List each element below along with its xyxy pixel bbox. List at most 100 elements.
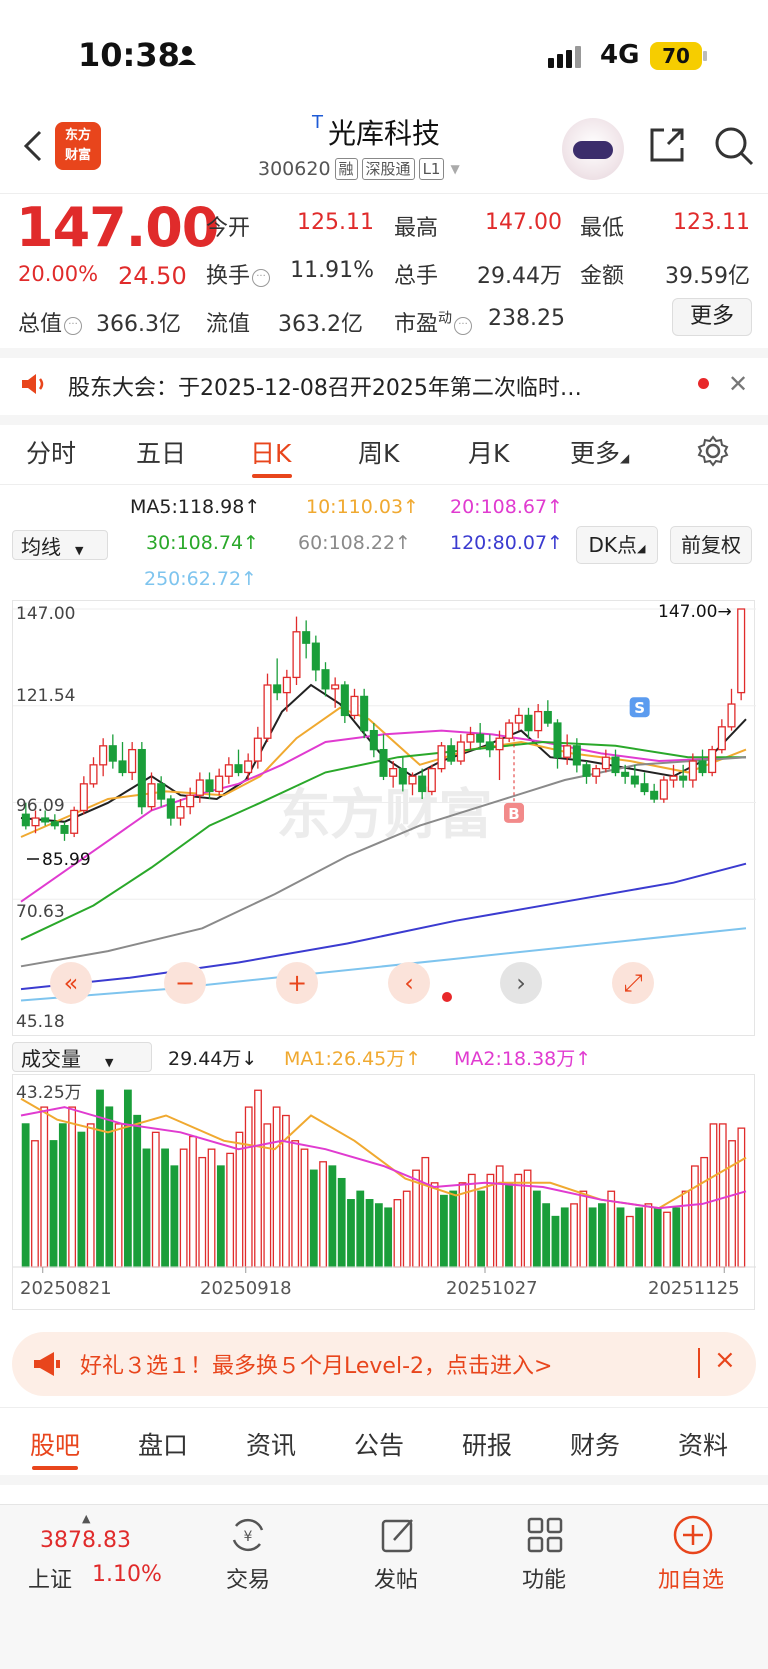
settings-gear-icon[interactable] [696, 434, 730, 468]
zoom-in-icon-glyph: + [287, 969, 307, 997]
tab-order-book[interactable]: 盘口 [138, 1426, 188, 1462]
index-value[interactable]: 3878.83 [40, 1528, 131, 1553]
volume-bar [681, 1190, 690, 1268]
add-watchlist-icon[interactable] [672, 1514, 714, 1556]
notice-text[interactable]: 股东大会：于2025-12-08召开2025年第二次临时… [68, 370, 668, 402]
volume-bar [114, 1123, 123, 1268]
candle-body [456, 741, 465, 762]
candle-body [379, 748, 388, 777]
active-tab-indicator [252, 474, 292, 478]
grid-functions-icon[interactable] [526, 1516, 564, 1554]
volume-bar [356, 1190, 365, 1268]
close-icon[interactable]: × [714, 1345, 736, 1375]
indicator-select[interactable]: 成交量 ▼ [12, 1042, 152, 1072]
volume-bar [551, 1215, 560, 1268]
tab-daily-k[interactable]: 日K [250, 434, 291, 470]
y-tick: 70.63 [16, 902, 65, 922]
search-icon[interactable] [712, 124, 756, 168]
amount-label: 金额 [580, 264, 625, 289]
kline-chart[interactable]: 东方财富 S B « − + ‹ › ⤢ [12, 600, 756, 1036]
candle-body [698, 760, 707, 774]
promo-divider [698, 1348, 700, 1378]
tab-five-day[interactable]: 五日 [136, 434, 186, 470]
signal-icon [548, 46, 584, 68]
tab-weekly-k[interactable]: 周K [358, 434, 399, 470]
volume-bar [718, 1123, 727, 1268]
volume-bar [570, 1203, 578, 1268]
close-icon[interactable]: ✕ [728, 370, 748, 398]
tab-announcements[interactable]: 公告 [354, 1426, 404, 1462]
candle-body [166, 798, 175, 819]
date-label: 20250918 [200, 1278, 292, 1299]
stock-code-row[interactable]: 300620 融 深股通 L1 ▼ [258, 158, 460, 180]
candle-body [215, 775, 224, 793]
megaphone-icon [34, 1352, 60, 1376]
share-icon[interactable] [646, 124, 688, 166]
volume-bar [68, 1106, 77, 1268]
candle-body [128, 748, 137, 774]
functions-label[interactable]: 功能 [522, 1562, 566, 1594]
candle-body [437, 745, 446, 770]
info-icon[interactable]: ··· [454, 317, 473, 335]
candle-body [398, 767, 407, 785]
dk-point-button[interactable]: DK点◢ [576, 526, 658, 564]
tab-more[interactable]: 更多◢ [570, 434, 629, 470]
candle-body [244, 760, 253, 774]
caret-up-icon: ▲ [82, 1512, 91, 1525]
volume-bar [263, 1123, 272, 1268]
date-label: 20251125 [648, 1278, 740, 1299]
candle-body [70, 809, 79, 834]
candle-body [253, 737, 262, 762]
watermark: 东方财富 [277, 783, 493, 846]
candle-body [476, 733, 485, 743]
index-name[interactable]: 上证 [28, 1562, 72, 1594]
ma-select[interactable]: 均线 ▼ [12, 530, 108, 560]
t-tag: T [312, 112, 323, 133]
post-label[interactable]: 发帖 [374, 1562, 418, 1594]
index-percent[interactable]: 1.10% [92, 1562, 162, 1587]
volume-bar [309, 1169, 318, 1268]
tab-intraday[interactable]: 分时 [26, 434, 76, 470]
forward-adjust-button[interactable]: 前复权 [670, 526, 752, 564]
trade-icon[interactable]: ¥ [228, 1516, 268, 1554]
y-tick: 45.18 [16, 1012, 65, 1032]
tab-guba[interactable]: 股吧 [30, 1426, 80, 1462]
volume-bar [226, 1152, 235, 1268]
open-value: 125.11 [297, 210, 374, 235]
volume-bar [393, 1199, 402, 1268]
tab-profile[interactable]: 资料 [678, 1426, 728, 1462]
candle-body [418, 775, 427, 793]
caret-down-icon: ▼ [450, 162, 460, 176]
candle-body [534, 710, 543, 732]
candle-body [186, 794, 195, 808]
level-tag: L1 [418, 158, 445, 180]
tab-research[interactable]: 研报 [462, 1426, 512, 1462]
float-label: 流值 [206, 312, 251, 337]
compose-icon[interactable] [380, 1516, 418, 1554]
candle-body [669, 775, 678, 781]
add-watchlist-label[interactable]: 加自选 [658, 1562, 724, 1594]
volume-bar [449, 1190, 458, 1268]
volume-bar [430, 1182, 439, 1268]
low-value: 123.11 [673, 210, 750, 235]
info-icon[interactable]: ··· [64, 317, 83, 335]
more-button[interactable]: 更多 [672, 298, 752, 336]
volume-label: 总手 [394, 264, 439, 289]
trade-label[interactable]: 交易 [226, 1562, 270, 1594]
volume-bar [300, 1148, 309, 1268]
candle-body [50, 821, 59, 827]
tab-financials[interactable]: 财务 [570, 1426, 620, 1462]
volume-bar [151, 1131, 160, 1268]
volume-chart[interactable] [12, 1074, 756, 1310]
candle-body [727, 703, 736, 728]
volume-bar [440, 1194, 448, 1268]
tab-news[interactable]: 资讯 [246, 1426, 296, 1462]
tab-monthly-k[interactable]: 月K [468, 434, 509, 470]
volume-current: 29.44万↓ [168, 1048, 258, 1070]
candle-body [640, 783, 649, 793]
volume-bar [161, 1148, 169, 1268]
promo-text[interactable]: 好礼３选１！最多换５个月Level-2，点击进入> [80, 1348, 552, 1380]
candle-body [311, 642, 320, 671]
info-icon[interactable]: ··· [252, 269, 271, 287]
candle-body [621, 771, 630, 777]
